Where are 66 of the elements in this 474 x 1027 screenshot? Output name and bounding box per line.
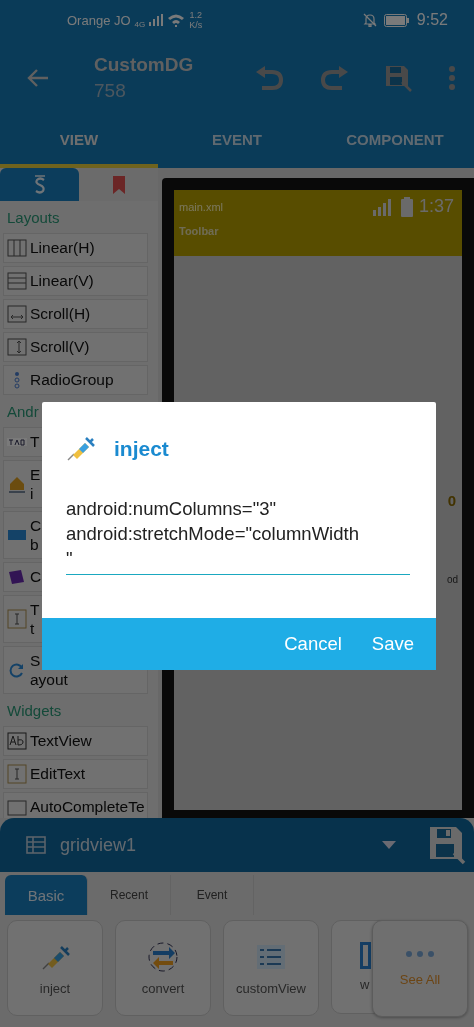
text-cursor-icon [7,764,27,784]
wifi-icon [167,13,186,27]
palette-item[interactable]: EditText [3,759,148,789]
tab[interactable]: Basic [5,875,88,915]
text-cursor-icon [7,609,27,629]
input-frame-icon [7,797,27,817]
muted-bell-icon [362,13,377,27]
preview-clock: 1:37 [418,196,454,217]
widget-text: 0 [447,492,456,509]
palette-item[interactable]: Scroll(V) [3,332,148,362]
component-tile[interactable]: inject [7,920,103,1016]
battery-icon [383,13,410,27]
file-name: main.xml [179,200,223,213]
widget-text: od [446,574,458,585]
section-header: Andr [6,402,40,422]
carrier-name: Orange JO [67,12,131,28]
section-header: Layouts [6,208,61,228]
palette-item[interactable]: RadioGroup [3,365,148,395]
see-all-button[interactable]: See All [372,920,468,1017]
more-menu-icon[interactable] [448,65,456,90]
widget-name[interactable]: gridview1 [60,834,368,856]
vertical-scroll-icon [7,337,27,357]
undo-icon[interactable] [256,65,284,90]
save-search-icon[interactable] [428,825,466,865]
dots-icon [405,950,435,958]
section-sign-icon [33,174,46,195]
dialog-title: inject [114,437,169,461]
rows-icon [7,271,27,291]
dropdown-caret-icon[interactable] [382,841,396,849]
app-subtitle: 758 [94,79,127,102]
house-icon [7,474,27,494]
palette-item[interactable]: Linear(V) [3,266,148,296]
tag-icon [7,567,27,587]
battery-icon [400,196,413,217]
tab[interactable]: Recent [88,875,171,915]
clock: 9:52 [416,11,448,29]
component-tile[interactable]: convert [115,920,211,1016]
dialog-button[interactable]: Cancel [276,627,350,661]
tab[interactable]: EVENT [158,115,316,168]
speed-value: 1.2 [189,10,203,20]
dialog-button[interactable]: Save [363,627,422,661]
section-header: Widgets [6,701,63,721]
palette-item[interactable]: AutoCompleteTe [3,792,148,818]
swap-arrows-icon [147,940,179,973]
signal-icon [149,14,164,26]
component-tile[interactable]: customView [223,920,319,1016]
toolbar-title: Toolbar [179,225,220,237]
text-input-field[interactable]: android:numColumns="3" android:stretchMode="columnWidth " [66,496,410,575]
bracket-icon [360,942,371,969]
palette-item[interactable]: Scroll(H) [3,299,148,329]
table-icon [26,836,46,854]
bookmark-icon [112,175,125,194]
network-type: 4G [134,20,146,29]
app-title: CustomDG [94,53,195,76]
columns-icon [7,238,27,258]
tab[interactable]: Event [171,875,254,915]
back-arrow-icon[interactable] [26,67,50,88]
save-search-icon[interactable] [384,63,412,92]
redo-icon[interactable] [320,65,348,90]
horizontal-scroll-icon [7,304,27,324]
palette-item[interactable]: Linear(H) [3,233,148,263]
palette-item[interactable]: TextView [3,726,148,756]
text-letters-icon [7,731,27,751]
speed-unit: K/s [189,20,203,30]
tab[interactable]: COMPONENT [316,115,474,168]
palette-tab[interactable] [0,168,79,201]
